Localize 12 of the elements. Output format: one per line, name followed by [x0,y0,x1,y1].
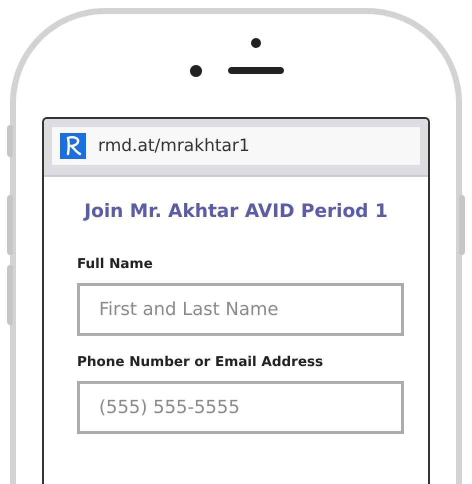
side-button[interactable] [7,265,13,325]
field-label: Full Name [77,256,154,272]
side-button[interactable] [7,125,13,157]
logo-icon [60,133,86,159]
address-bar[interactable]: rmd.at/mrakhtar1 [52,127,420,165]
form-title: Join Mr. Akhtar AVID Period 1 [82,201,389,222]
side-button[interactable] [459,195,465,255]
field-label: Phone Number or Email Address [77,354,324,370]
url-text: rmd.at/mrakhtar1 [98,136,250,156]
side-button[interactable] [7,195,13,255]
input-field[interactable]: (555) 555-5555 [77,381,404,434]
input-field[interactable]: First and Last Name [77,283,404,336]
